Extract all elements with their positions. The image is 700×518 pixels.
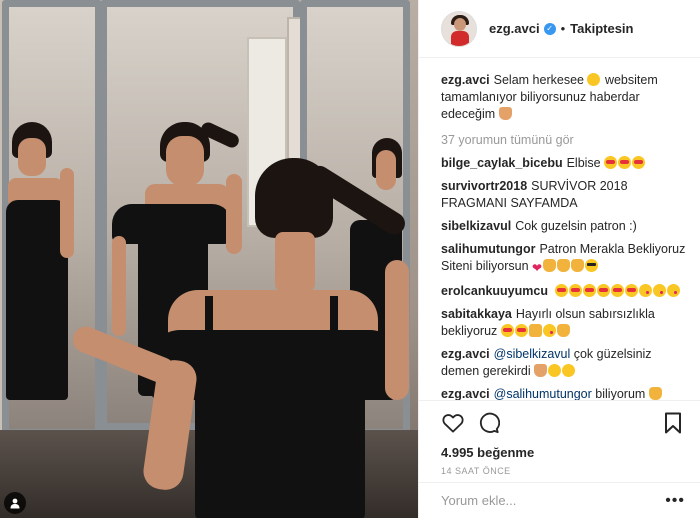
- hand-emoji-icon: [498, 107, 512, 120]
- header-separator: •: [560, 21, 566, 36]
- like-count[interactable]: 4.995 beğenme: [441, 445, 685, 460]
- heart-eyes-emoji-icon: [618, 156, 632, 169]
- post-actions: 4.995 beğenme 14 SAAT ÖNCE: [419, 400, 700, 476]
- header-username[interactable]: ezg.avci: [489, 21, 540, 36]
- comment-input[interactable]: [441, 493, 666, 508]
- comment-row: bilge_caylak_bicebu Elbise: [441, 155, 686, 172]
- comment-username[interactable]: ezg.avci: [441, 347, 490, 361]
- heart-eyes-emoji-icon: [625, 284, 639, 297]
- comment-username[interactable]: bilge_caylak_bicebu: [441, 156, 563, 170]
- add-comment-bar: •••: [419, 482, 700, 518]
- grin-emoji-icon: [548, 364, 562, 377]
- more-options-icon[interactable]: •••: [665, 492, 685, 510]
- comment-username[interactable]: sibelkizavul: [441, 219, 511, 233]
- heart-eyes-emoji-icon: [500, 324, 514, 337]
- comment-username[interactable]: erolcankuuyumcu: [441, 284, 548, 298]
- comment-row: ezg.avci @sibelkizavul çok güzelsiniz dem…: [441, 346, 686, 380]
- comment-username[interactable]: sabitakkaya: [441, 307, 512, 321]
- pray-emoji-icon: [557, 259, 571, 272]
- heart-eyes-emoji-icon: [569, 284, 583, 297]
- comment-text: Elbise: [566, 156, 601, 170]
- ok-hand-emoji-icon: [528, 324, 542, 337]
- comment-username[interactable]: survivortr2018: [441, 179, 527, 193]
- comment-row: erolcankuuyumcu: [441, 283, 686, 300]
- post-photo[interactable]: [0, 0, 418, 518]
- comment-mention[interactable]: @salihumutungor: [494, 387, 592, 401]
- comment-text: biliyorum: [595, 387, 646, 401]
- view-all-comments-link[interactable]: 37 yorumun tümünü gör: [441, 133, 686, 147]
- kiss-emoji-icon: [667, 284, 681, 297]
- post-sidebar: ezg.avci ✓ • Takiptesin ezg.avci Selam he…: [418, 0, 700, 518]
- caption: ezg.avci Selam herkesee websitem tamamlan…: [441, 72, 686, 123]
- comments-section: ezg.avci Selam herkesee websitem tamamlan…: [419, 58, 700, 402]
- red-heart-emoji-icon: ❤: [532, 261, 543, 275]
- pray-emoji-icon: [556, 324, 570, 337]
- heart-eyes-emoji-icon: [597, 284, 611, 297]
- comment-bubble-icon[interactable]: [477, 411, 501, 435]
- comment-text: Cok guzelsin patron :): [515, 219, 637, 233]
- grin-emoji-icon: [587, 73, 601, 86]
- hand-emoji-icon: [534, 364, 548, 377]
- follow-status[interactable]: Takiptesin: [570, 21, 633, 36]
- kiss-emoji-icon: [542, 324, 556, 337]
- heart-eyes-emoji-icon: [555, 284, 569, 297]
- heart-eyes-emoji-icon: [611, 284, 625, 297]
- action-icons: [441, 409, 685, 437]
- comment-mention[interactable]: @sibelkizavul: [494, 347, 571, 361]
- sunglasses-emoji-icon: [585, 259, 599, 272]
- caption-username[interactable]: ezg.avci: [441, 73, 490, 87]
- avatar[interactable]: [441, 10, 477, 47]
- heart-outline-icon[interactable]: [441, 411, 465, 435]
- figure-reflection-left: [6, 200, 68, 400]
- user-tag-icon[interactable]: [4, 492, 26, 514]
- pray-emoji-icon: [648, 387, 662, 400]
- heart-eyes-emoji-icon: [632, 156, 646, 169]
- kiss-emoji-icon: [639, 284, 653, 297]
- caption-text: Selam herkesee: [493, 73, 584, 87]
- heart-eyes-emoji-icon: [583, 284, 597, 297]
- comment-row: sabitakkaya Hayırlı olsun sabırsızlıkla b…: [441, 306, 686, 340]
- comment-row: survivortr2018 SURVİVOR 2018 FRAGMANI SAY…: [441, 178, 686, 212]
- kiss-emoji-icon: [653, 284, 667, 297]
- verified-badge-icon: ✓: [543, 22, 556, 35]
- heart-eyes-emoji-icon: [514, 324, 528, 337]
- post-header: ezg.avci ✓ • Takiptesin: [419, 0, 700, 58]
- pray-emoji-icon: [543, 259, 557, 272]
- comment-row: salihumutungor Patron Merakla Bekliyoruz …: [441, 241, 686, 277]
- bookmark-icon[interactable]: [661, 411, 685, 435]
- pray-emoji-icon: [571, 259, 585, 272]
- post-timestamp: 14 SAAT ÖNCE: [441, 466, 511, 476]
- heart-eyes-emoji-icon: [604, 156, 618, 169]
- grin-emoji-icon: [562, 364, 576, 377]
- comment-row: sibelkizavul Cok guzelsin patron :): [441, 218, 686, 235]
- comment-username[interactable]: ezg.avci: [441, 387, 490, 401]
- comment-username[interactable]: salihumutungor: [441, 242, 535, 256]
